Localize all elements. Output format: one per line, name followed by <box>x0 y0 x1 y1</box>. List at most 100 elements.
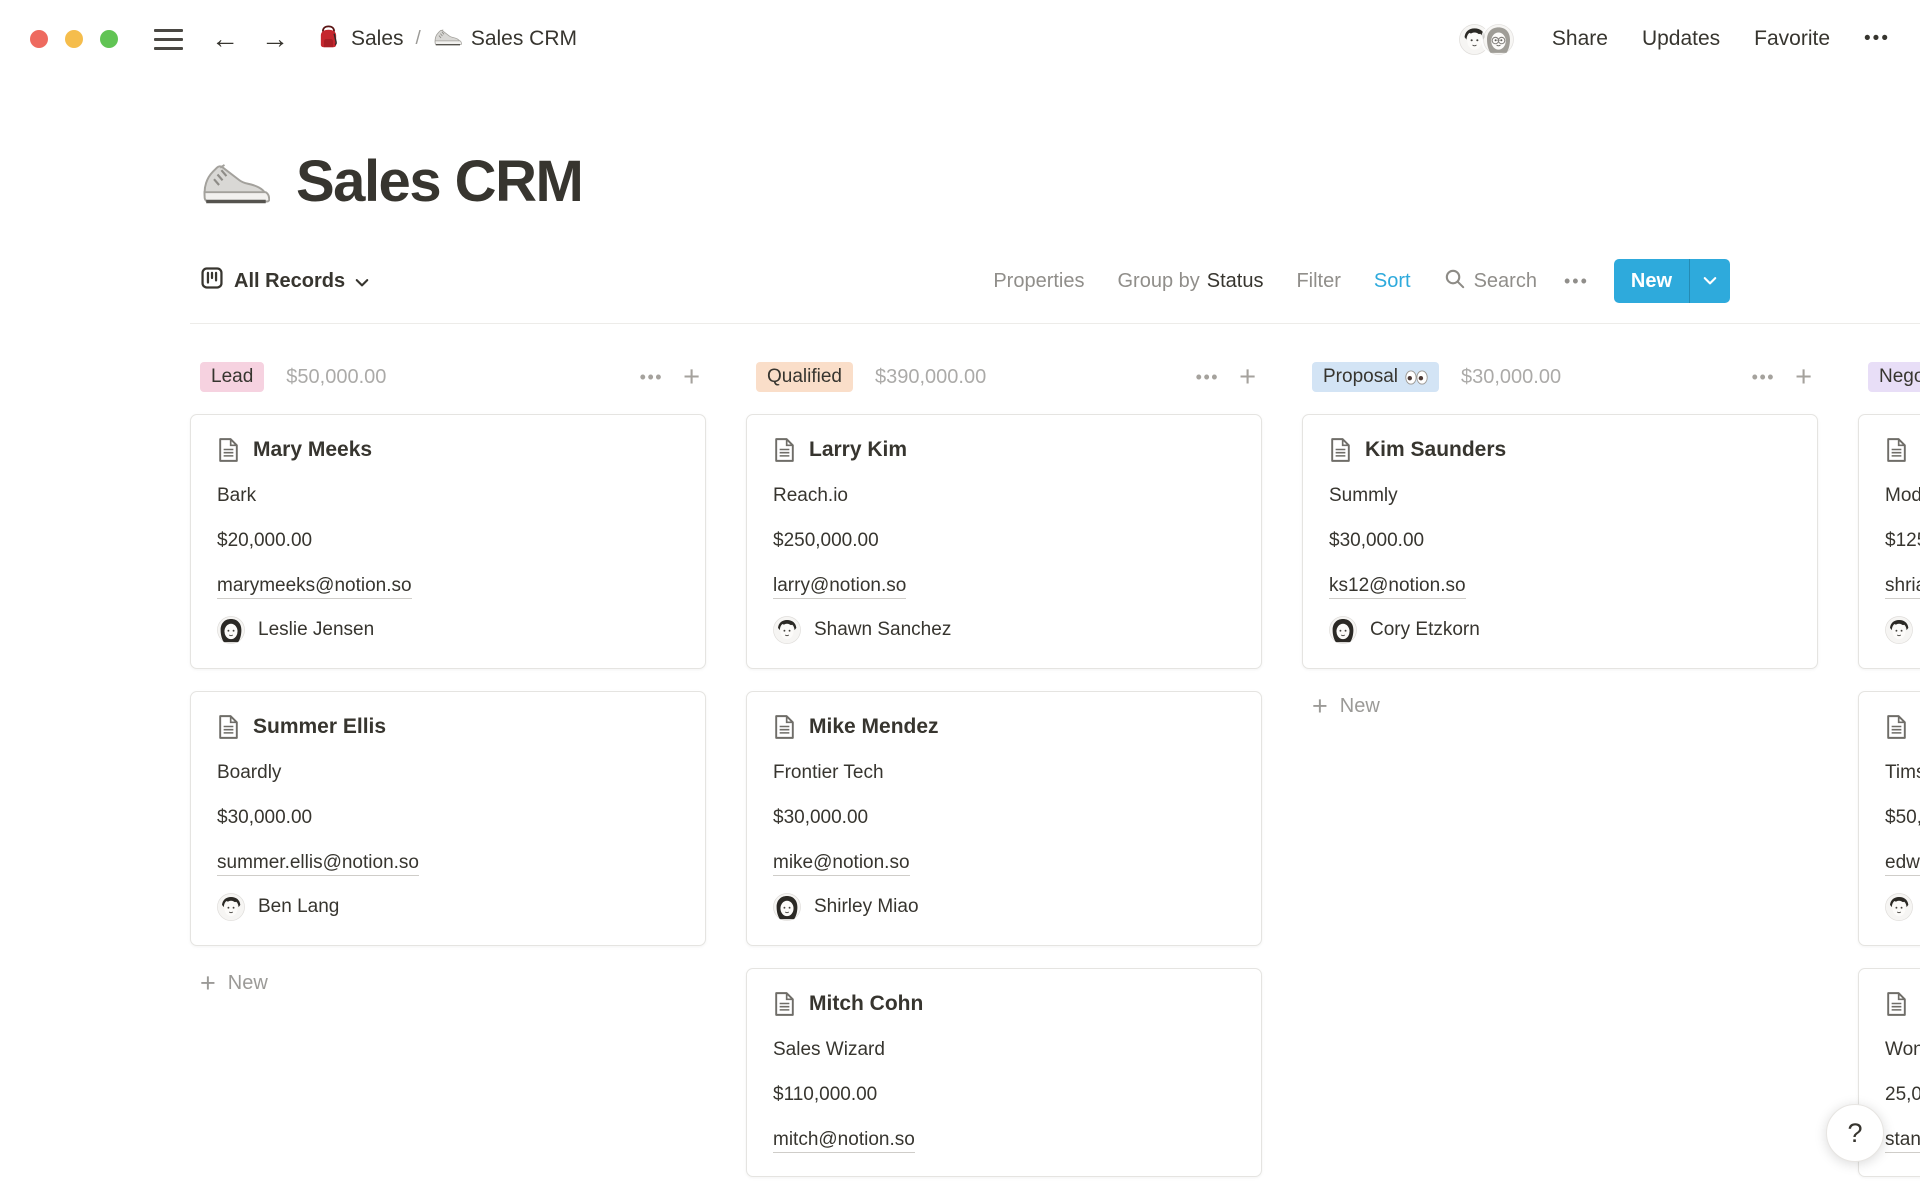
record-card[interactable]: Mitch Cohn Sales Wizard $110,000.00 mitc… <box>746 968 1262 1177</box>
share-button[interactable]: Share <box>1552 27 1608 51</box>
card-amount: $110,000.00 <box>773 1083 1235 1107</box>
minimize-window-button[interactable] <box>65 30 83 48</box>
page-title[interactable]: Sales CRM <box>296 148 582 215</box>
new-card-button[interactable]: + New <box>1302 693 1818 720</box>
topbar: ← → Sales / Sales CRM Share Updates Favo… <box>0 0 1920 78</box>
card-amount: $30,000.00 <box>773 806 1235 830</box>
back-arrow-icon[interactable]: ← <box>211 25 239 53</box>
card-title: Mitch Cohn <box>809 992 923 1016</box>
group-by-button[interactable]: Group by Status <box>1117 270 1263 293</box>
page-sneaker-icon[interactable] <box>200 158 270 206</box>
card-amount: $30,000.00 <box>217 806 679 830</box>
forward-arrow-icon[interactable]: → <box>261 25 289 53</box>
card-email[interactable]: stan <box>1885 1129 1920 1153</box>
status-badge[interactable]: Lead <box>200 362 264 392</box>
page-doc-icon <box>1885 991 1908 1017</box>
page-doc-icon <box>217 437 240 463</box>
record-card[interactable]: Kim Saunders Summly $30,000.00 ks12@noti… <box>1302 414 1818 669</box>
user-avatar[interactable] <box>1481 22 1516 57</box>
card-email[interactable]: larry@notion.so <box>773 575 906 599</box>
column-more-icon[interactable]: ••• <box>1196 367 1219 388</box>
card-email[interactable]: summer.ellis@notion.so <box>217 852 419 876</box>
page-doc-icon <box>773 437 796 463</box>
column-actions: ••• + <box>640 363 700 392</box>
status-badge[interactable]: Qualified <box>756 362 853 392</box>
help-button[interactable]: ? <box>1826 1104 1884 1162</box>
column-add-icon[interactable]: + <box>1239 363 1256 392</box>
card-person: Ben Lang <box>217 893 679 921</box>
view-tab-all-records[interactable]: All Records <box>200 266 369 296</box>
new-card-button[interactable]: + New <box>190 970 706 997</box>
group-by-value: Status <box>1207 270 1264 293</box>
sort-button[interactable]: Sort <box>1374 270 1411 293</box>
board-column: Lead $50,000.00 ••• + Mary Meeks Bark $2… <box>190 362 706 997</box>
card-email[interactable]: edwi <box>1885 852 1920 876</box>
breadcrumb: Sales / Sales CRM <box>311 21 581 58</box>
person-avatar <box>773 616 801 644</box>
backpack-icon <box>315 23 342 56</box>
card-company: Tims <box>1885 761 1920 785</box>
page-doc-icon <box>1885 437 1908 463</box>
updates-button[interactable]: Updates <box>1642 27 1720 51</box>
status-badge-label: Qualified <box>767 366 842 388</box>
card-title: Mike Mendez <box>809 715 939 739</box>
column-actions: ••• + <box>1752 363 1812 392</box>
favorite-button[interactable]: Favorite <box>1754 27 1830 51</box>
zoom-window-button[interactable] <box>100 30 118 48</box>
filter-button[interactable]: Filter <box>1296 270 1340 293</box>
record-card[interactable]: E Tims $50, edwi H <box>1858 691 1920 946</box>
card-title: Larry Kim <box>809 438 907 462</box>
card-email[interactable]: mike@notion.so <box>773 852 910 876</box>
new-record-button[interactable]: New <box>1614 259 1730 303</box>
column-cards: Kim Saunders Summly $30,000.00 ks12@noti… <box>1302 414 1818 669</box>
card-company: Frontier Tech <box>773 761 1235 785</box>
record-card[interactable]: Mike Mendez Frontier Tech $30,000.00 mik… <box>746 691 1262 946</box>
column-cards: S Mod $125 shria E E Tims $50, edwi H S … <box>1858 414 1920 1177</box>
column-add-icon[interactable]: + <box>1795 363 1812 392</box>
traffic-lights <box>30 30 118 48</box>
card-person: Shirley Miao <box>773 893 1235 921</box>
card-email[interactable]: marymeeks@notion.so <box>217 575 412 599</box>
column-more-icon[interactable]: ••• <box>640 367 663 388</box>
person-avatar <box>1885 616 1913 644</box>
card-title: Summer Ellis <box>253 715 386 739</box>
page-doc-icon <box>1329 437 1352 463</box>
card-amount: $20,000.00 <box>217 529 679 553</box>
toolbar-more-icon[interactable]: ••• <box>1564 271 1589 292</box>
breadcrumb-page[interactable]: Sales CRM <box>429 25 581 54</box>
breadcrumb-page-label: Sales CRM <box>471 27 577 51</box>
topbar-more-icon[interactable]: ••• <box>1864 28 1890 50</box>
card-amount: 25,0 <box>1885 1083 1920 1107</box>
properties-button[interactable]: Properties <box>993 270 1084 293</box>
status-badge[interactable]: Proposal <box>1312 362 1439 392</box>
card-title: Kim Saunders <box>1365 438 1506 462</box>
eyes-icon <box>1405 370 1428 385</box>
record-card[interactable]: S Mod $125 shria E <box>1858 414 1920 669</box>
new-card-label: New <box>1340 695 1380 718</box>
card-email[interactable]: shria <box>1885 575 1920 599</box>
record-card[interactable]: Larry Kim Reach.io $250,000.00 larry@not… <box>746 414 1262 669</box>
search-icon <box>1444 268 1466 295</box>
search-button[interactable]: Search <box>1444 268 1537 295</box>
status-badge[interactable]: Negotiation <box>1868 362 1920 392</box>
person-name: Ben Lang <box>258 895 339 919</box>
record-card[interactable]: Mary Meeks Bark $20,000.00 marymeeks@not… <box>190 414 706 669</box>
record-card[interactable]: Summer Ellis Boardly $30,000.00 summer.e… <box>190 691 706 946</box>
page-doc-icon <box>1885 714 1908 740</box>
column-more-icon[interactable]: ••• <box>1752 367 1775 388</box>
sidebar-menu-icon[interactable] <box>154 29 183 50</box>
new-record-dropdown-icon[interactable] <box>1690 259 1730 303</box>
plus-icon: + <box>1312 693 1328 720</box>
card-amount: $30,000.00 <box>1329 529 1791 553</box>
group-by-label: Group by <box>1117 270 1199 293</box>
person-name: Shirley Miao <box>814 895 919 919</box>
card-company: Summly <box>1329 484 1791 508</box>
column-add-icon[interactable]: + <box>683 363 700 392</box>
new-record-label: New <box>1614 259 1689 303</box>
board-column: Qualified $390,000.00 ••• + Larry Kim Re… <box>746 362 1262 1177</box>
close-window-button[interactable] <box>30 30 48 48</box>
breadcrumb-root[interactable]: Sales <box>311 21 408 58</box>
card-email[interactable]: mitch@notion.so <box>773 1129 915 1153</box>
status-badge-label: Negotiation <box>1879 366 1920 388</box>
card-email[interactable]: ks12@notion.so <box>1329 575 1466 599</box>
